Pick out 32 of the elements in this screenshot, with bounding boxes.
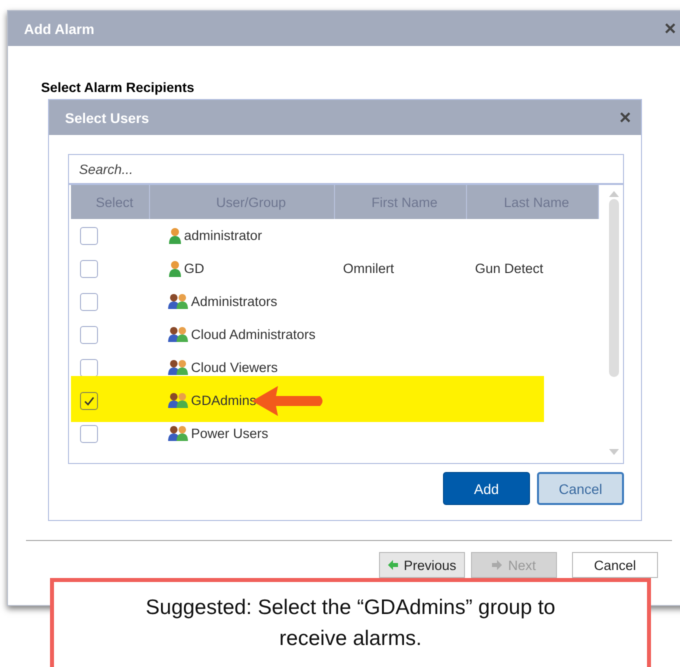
- cancel-button[interactable]: Cancel: [572, 552, 658, 578]
- window-title: Add Alarm: [24, 20, 94, 36]
- last-name-cell: Gun Detect: [475, 261, 544, 276]
- close-button[interactable]: ×: [664, 18, 676, 38]
- forward-arrow-icon: [492, 560, 502, 570]
- add-button[interactable]: Add: [443, 472, 530, 505]
- scroll-up-icon[interactable]: [609, 191, 619, 197]
- section-title: Select Alarm Recipients: [41, 80, 196, 95]
- checkbox[interactable]: [80, 326, 98, 344]
- checkbox[interactable]: [80, 260, 98, 278]
- check-icon: [83, 394, 95, 406]
- previous-button[interactable]: Previous: [379, 552, 465, 578]
- back-arrow-icon: [388, 560, 398, 570]
- user-group-cell: Cloud Viewers: [191, 360, 278, 375]
- user-group-cell: Administrators: [191, 294, 278, 309]
- checkbox[interactable]: [80, 226, 98, 244]
- user-group-cell: administrator: [184, 228, 262, 243]
- user-group-cell: Power Users: [191, 426, 268, 441]
- cancel-button[interactable]: Cancel: [537, 472, 624, 505]
- first-name-cell: Omnilert: [343, 261, 394, 276]
- dialog-title: Select Users: [65, 110, 150, 126]
- scroll-down-icon[interactable]: [609, 449, 619, 455]
- user-group-cell: GD: [184, 261, 204, 276]
- callout-text: Suggested: Select the “GDAdmins” group to receive alarms.: [144, 595, 556, 652]
- scrollbar-thumb[interactable]: [609, 199, 619, 377]
- checkbox[interactable]: [80, 358, 98, 376]
- checkbox[interactable]: [80, 292, 98, 310]
- checkbox[interactable]: [80, 424, 98, 442]
- user-group-cell: GDAdmins: [191, 393, 256, 408]
- user-group-cell: Cloud Administrators: [191, 327, 316, 342]
- close-button[interactable]: ×: [619, 108, 631, 128]
- checkbox[interactable]: [80, 392, 98, 410]
